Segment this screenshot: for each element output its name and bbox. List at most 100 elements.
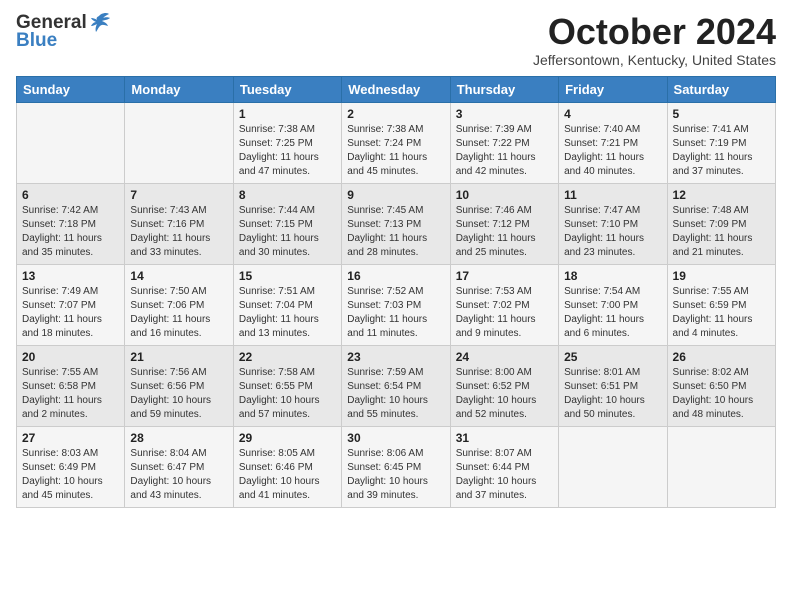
calendar-cell: 3 Sunrise: 7:39 AMSunset: 7:22 PMDaylight… bbox=[450, 102, 558, 183]
calendar-cell: 16 Sunrise: 7:52 AMSunset: 7:03 PMDayligh… bbox=[342, 264, 450, 345]
day-number: 20 bbox=[22, 350, 119, 364]
calendar-cell: 18 Sunrise: 7:54 AMSunset: 7:00 PMDayligh… bbox=[559, 264, 667, 345]
col-thursday: Thursday bbox=[450, 76, 558, 102]
day-number: 13 bbox=[22, 269, 119, 283]
day-number: 11 bbox=[564, 188, 661, 202]
day-number: 22 bbox=[239, 350, 336, 364]
calendar-cell: 10 Sunrise: 7:46 AMSunset: 7:12 PMDayligh… bbox=[450, 183, 558, 264]
logo: General Blue bbox=[16, 12, 111, 52]
col-saturday: Saturday bbox=[667, 76, 775, 102]
day-info: Sunrise: 8:01 AMSunset: 6:51 PMDaylight:… bbox=[564, 366, 661, 422]
calendar-cell bbox=[125, 102, 233, 183]
calendar-cell: 8Sunrise: 7:44 AMSunset: 7:15 PMDaylight… bbox=[233, 183, 341, 264]
calendar-cell bbox=[17, 102, 125, 183]
day-info: Sunrise: 7:49 AMSunset: 7:07 PMDaylight:… bbox=[22, 285, 119, 341]
calendar-cell: 7 Sunrise: 7:43 AMSunset: 7:16 PMDaylight… bbox=[125, 183, 233, 264]
day-info: Sunrise: 7:39 AMSunset: 7:22 PMDaylight:… bbox=[456, 123, 553, 179]
day-info: Sunrise: 7:38 AMSunset: 7:25 PMDaylight:… bbox=[239, 123, 336, 179]
day-info: Sunrise: 7:41 AMSunset: 7:19 PMDaylight:… bbox=[673, 123, 770, 179]
logo-bird-icon bbox=[89, 12, 111, 32]
header: General Blue October 2024 Jeffersontown,… bbox=[16, 12, 776, 68]
day-number: 16 bbox=[347, 269, 444, 283]
calendar-cell: 1 Sunrise: 7:38 AMSunset: 7:25 PMDaylight… bbox=[233, 102, 341, 183]
calendar-cell: 12Sunrise: 7:48 AMSunset: 7:09 PMDayligh… bbox=[667, 183, 775, 264]
day-number: 17 bbox=[456, 269, 553, 283]
col-monday: Monday bbox=[125, 76, 233, 102]
day-info: Sunrise: 8:06 AMSunset: 6:45 PMDaylight:… bbox=[347, 447, 444, 503]
day-info: Sunrise: 7:52 AMSunset: 7:03 PMDaylight:… bbox=[347, 285, 444, 341]
calendar-cell: 9 Sunrise: 7:45 AMSunset: 7:13 PMDaylight… bbox=[342, 183, 450, 264]
day-number: 18 bbox=[564, 269, 661, 283]
calendar-week-5: 27 Sunrise: 8:03 AMSunset: 6:49 PMDayligh… bbox=[17, 426, 776, 507]
day-info: Sunrise: 8:00 AMSunset: 6:52 PMDaylight:… bbox=[456, 366, 553, 422]
calendar-cell: 5 Sunrise: 7:41 AMSunset: 7:19 PMDaylight… bbox=[667, 102, 775, 183]
day-info: Sunrise: 7:40 AMSunset: 7:21 PMDaylight:… bbox=[564, 123, 661, 179]
calendar-cell: 30 Sunrise: 8:06 AMSunset: 6:45 PMDayligh… bbox=[342, 426, 450, 507]
calendar-cell: 11 Sunrise: 7:47 AMSunset: 7:10 PMDayligh… bbox=[559, 183, 667, 264]
day-info: Sunrise: 7:46 AMSunset: 7:12 PMDaylight:… bbox=[456, 204, 553, 260]
day-number: 8 bbox=[239, 188, 336, 202]
day-number: 29 bbox=[239, 431, 336, 445]
calendar-cell: 26 Sunrise: 8:02 AMSunset: 6:50 PMDayligh… bbox=[667, 345, 775, 426]
calendar-cell: 27 Sunrise: 8:03 AMSunset: 6:49 PMDayligh… bbox=[17, 426, 125, 507]
day-info: Sunrise: 7:56 AMSunset: 6:56 PMDaylight:… bbox=[130, 366, 227, 422]
day-info: Sunrise: 7:47 AMSunset: 7:10 PMDaylight:… bbox=[564, 204, 661, 260]
title-block: October 2024 Jeffersontown, Kentucky, Un… bbox=[533, 12, 776, 68]
calendar-cell: 20Sunrise: 7:55 AMSunset: 6:58 PMDayligh… bbox=[17, 345, 125, 426]
calendar-cell: 17 Sunrise: 7:53 AMSunset: 7:02 PMDayligh… bbox=[450, 264, 558, 345]
day-info: Sunrise: 8:07 AMSunset: 6:44 PMDaylight:… bbox=[456, 447, 553, 503]
day-info: Sunrise: 7:43 AMSunset: 7:16 PMDaylight:… bbox=[130, 204, 227, 260]
day-number: 27 bbox=[22, 431, 119, 445]
calendar-cell: 4 Sunrise: 7:40 AMSunset: 7:21 PMDaylight… bbox=[559, 102, 667, 183]
calendar-table: Sunday Monday Tuesday Wednesday Thursday… bbox=[16, 76, 776, 508]
day-info: Sunrise: 7:54 AMSunset: 7:00 PMDaylight:… bbox=[564, 285, 661, 341]
calendar-cell: 28Sunrise: 8:04 AMSunset: 6:47 PMDayligh… bbox=[125, 426, 233, 507]
col-friday: Friday bbox=[559, 76, 667, 102]
day-number: 2 bbox=[347, 107, 444, 121]
day-number: 25 bbox=[564, 350, 661, 364]
day-number: 3 bbox=[456, 107, 553, 121]
calendar-week-2: 6Sunrise: 7:42 AMSunset: 7:18 PMDaylight… bbox=[17, 183, 776, 264]
calendar-cell: 6Sunrise: 7:42 AMSunset: 7:18 PMDaylight… bbox=[17, 183, 125, 264]
day-info: Sunrise: 7:50 AMSunset: 7:06 PMDaylight:… bbox=[130, 285, 227, 341]
calendar-cell: 15Sunrise: 7:51 AMSunset: 7:04 PMDayligh… bbox=[233, 264, 341, 345]
col-tuesday: Tuesday bbox=[233, 76, 341, 102]
day-number: 23 bbox=[347, 350, 444, 364]
col-wednesday: Wednesday bbox=[342, 76, 450, 102]
day-number: 30 bbox=[347, 431, 444, 445]
day-info: Sunrise: 8:05 AMSunset: 6:46 PMDaylight:… bbox=[239, 447, 336, 503]
day-number: 5 bbox=[673, 107, 770, 121]
day-info: Sunrise: 7:42 AMSunset: 7:18 PMDaylight:… bbox=[22, 204, 119, 260]
day-info: Sunrise: 7:45 AMSunset: 7:13 PMDaylight:… bbox=[347, 204, 444, 260]
day-info: Sunrise: 7:38 AMSunset: 7:24 PMDaylight:… bbox=[347, 123, 444, 179]
header-row: Sunday Monday Tuesday Wednesday Thursday… bbox=[17, 76, 776, 102]
calendar-cell: 13 Sunrise: 7:49 AMSunset: 7:07 PMDayligh… bbox=[17, 264, 125, 345]
day-number: 19 bbox=[673, 269, 770, 283]
day-number: 7 bbox=[130, 188, 227, 202]
month-title: October 2024 bbox=[533, 12, 776, 52]
day-number: 10 bbox=[456, 188, 553, 202]
day-info: Sunrise: 7:48 AMSunset: 7:09 PMDaylight:… bbox=[673, 204, 770, 260]
day-number: 1 bbox=[239, 107, 336, 121]
day-info: Sunrise: 8:03 AMSunset: 6:49 PMDaylight:… bbox=[22, 447, 119, 503]
calendar-week-4: 20Sunrise: 7:55 AMSunset: 6:58 PMDayligh… bbox=[17, 345, 776, 426]
page: General Blue October 2024 Jeffersontown,… bbox=[0, 0, 792, 518]
day-info: Sunrise: 7:51 AMSunset: 7:04 PMDaylight:… bbox=[239, 285, 336, 341]
day-info: Sunrise: 7:58 AMSunset: 6:55 PMDaylight:… bbox=[239, 366, 336, 422]
logo-blue-text: Blue bbox=[16, 30, 57, 52]
calendar-cell: 14 Sunrise: 7:50 AMSunset: 7:06 PMDayligh… bbox=[125, 264, 233, 345]
day-info: Sunrise: 8:02 AMSunset: 6:50 PMDaylight:… bbox=[673, 366, 770, 422]
day-number: 26 bbox=[673, 350, 770, 364]
calendar-cell: 23Sunrise: 7:59 AMSunset: 6:54 PMDayligh… bbox=[342, 345, 450, 426]
day-number: 4 bbox=[564, 107, 661, 121]
day-number: 9 bbox=[347, 188, 444, 202]
calendar-cell: 31Sunrise: 8:07 AMSunset: 6:44 PMDayligh… bbox=[450, 426, 558, 507]
location: Jeffersontown, Kentucky, United States bbox=[533, 52, 776, 68]
calendar-week-3: 13 Sunrise: 7:49 AMSunset: 7:07 PMDayligh… bbox=[17, 264, 776, 345]
calendar-cell: 24Sunrise: 8:00 AMSunset: 6:52 PMDayligh… bbox=[450, 345, 558, 426]
calendar-cell: 21Sunrise: 7:56 AMSunset: 6:56 PMDayligh… bbox=[125, 345, 233, 426]
calendar-cell: 2 Sunrise: 7:38 AMSunset: 7:24 PMDaylight… bbox=[342, 102, 450, 183]
day-number: 14 bbox=[130, 269, 227, 283]
col-sunday: Sunday bbox=[17, 76, 125, 102]
day-info: Sunrise: 7:53 AMSunset: 7:02 PMDaylight:… bbox=[456, 285, 553, 341]
